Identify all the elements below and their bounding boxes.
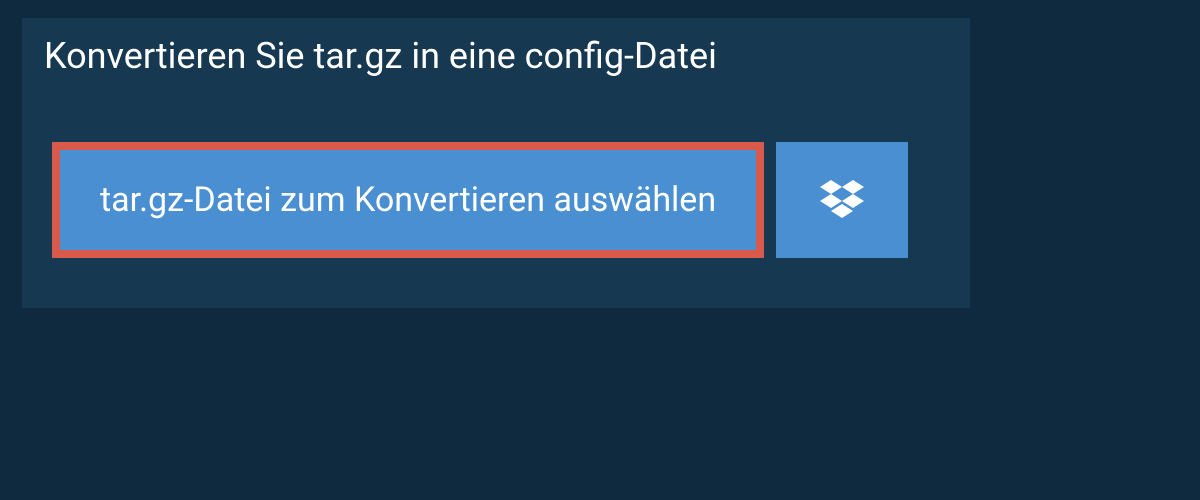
button-row: tar.gz-Datei zum Konvertieren auswählen (52, 142, 908, 258)
dropbox-button[interactable] (776, 142, 908, 258)
select-file-button[interactable]: tar.gz-Datei zum Konvertieren auswählen (52, 142, 764, 258)
title-bar: Konvertieren Sie tar.gz in eine config-D… (22, 18, 739, 94)
select-file-label: tar.gz-Datei zum Konvertieren auswählen (100, 180, 716, 220)
page-title: Konvertieren Sie tar.gz in eine config-D… (44, 35, 717, 77)
converter-panel: Konvertieren Sie tar.gz in eine config-D… (22, 18, 970, 308)
dropbox-icon (820, 180, 864, 220)
